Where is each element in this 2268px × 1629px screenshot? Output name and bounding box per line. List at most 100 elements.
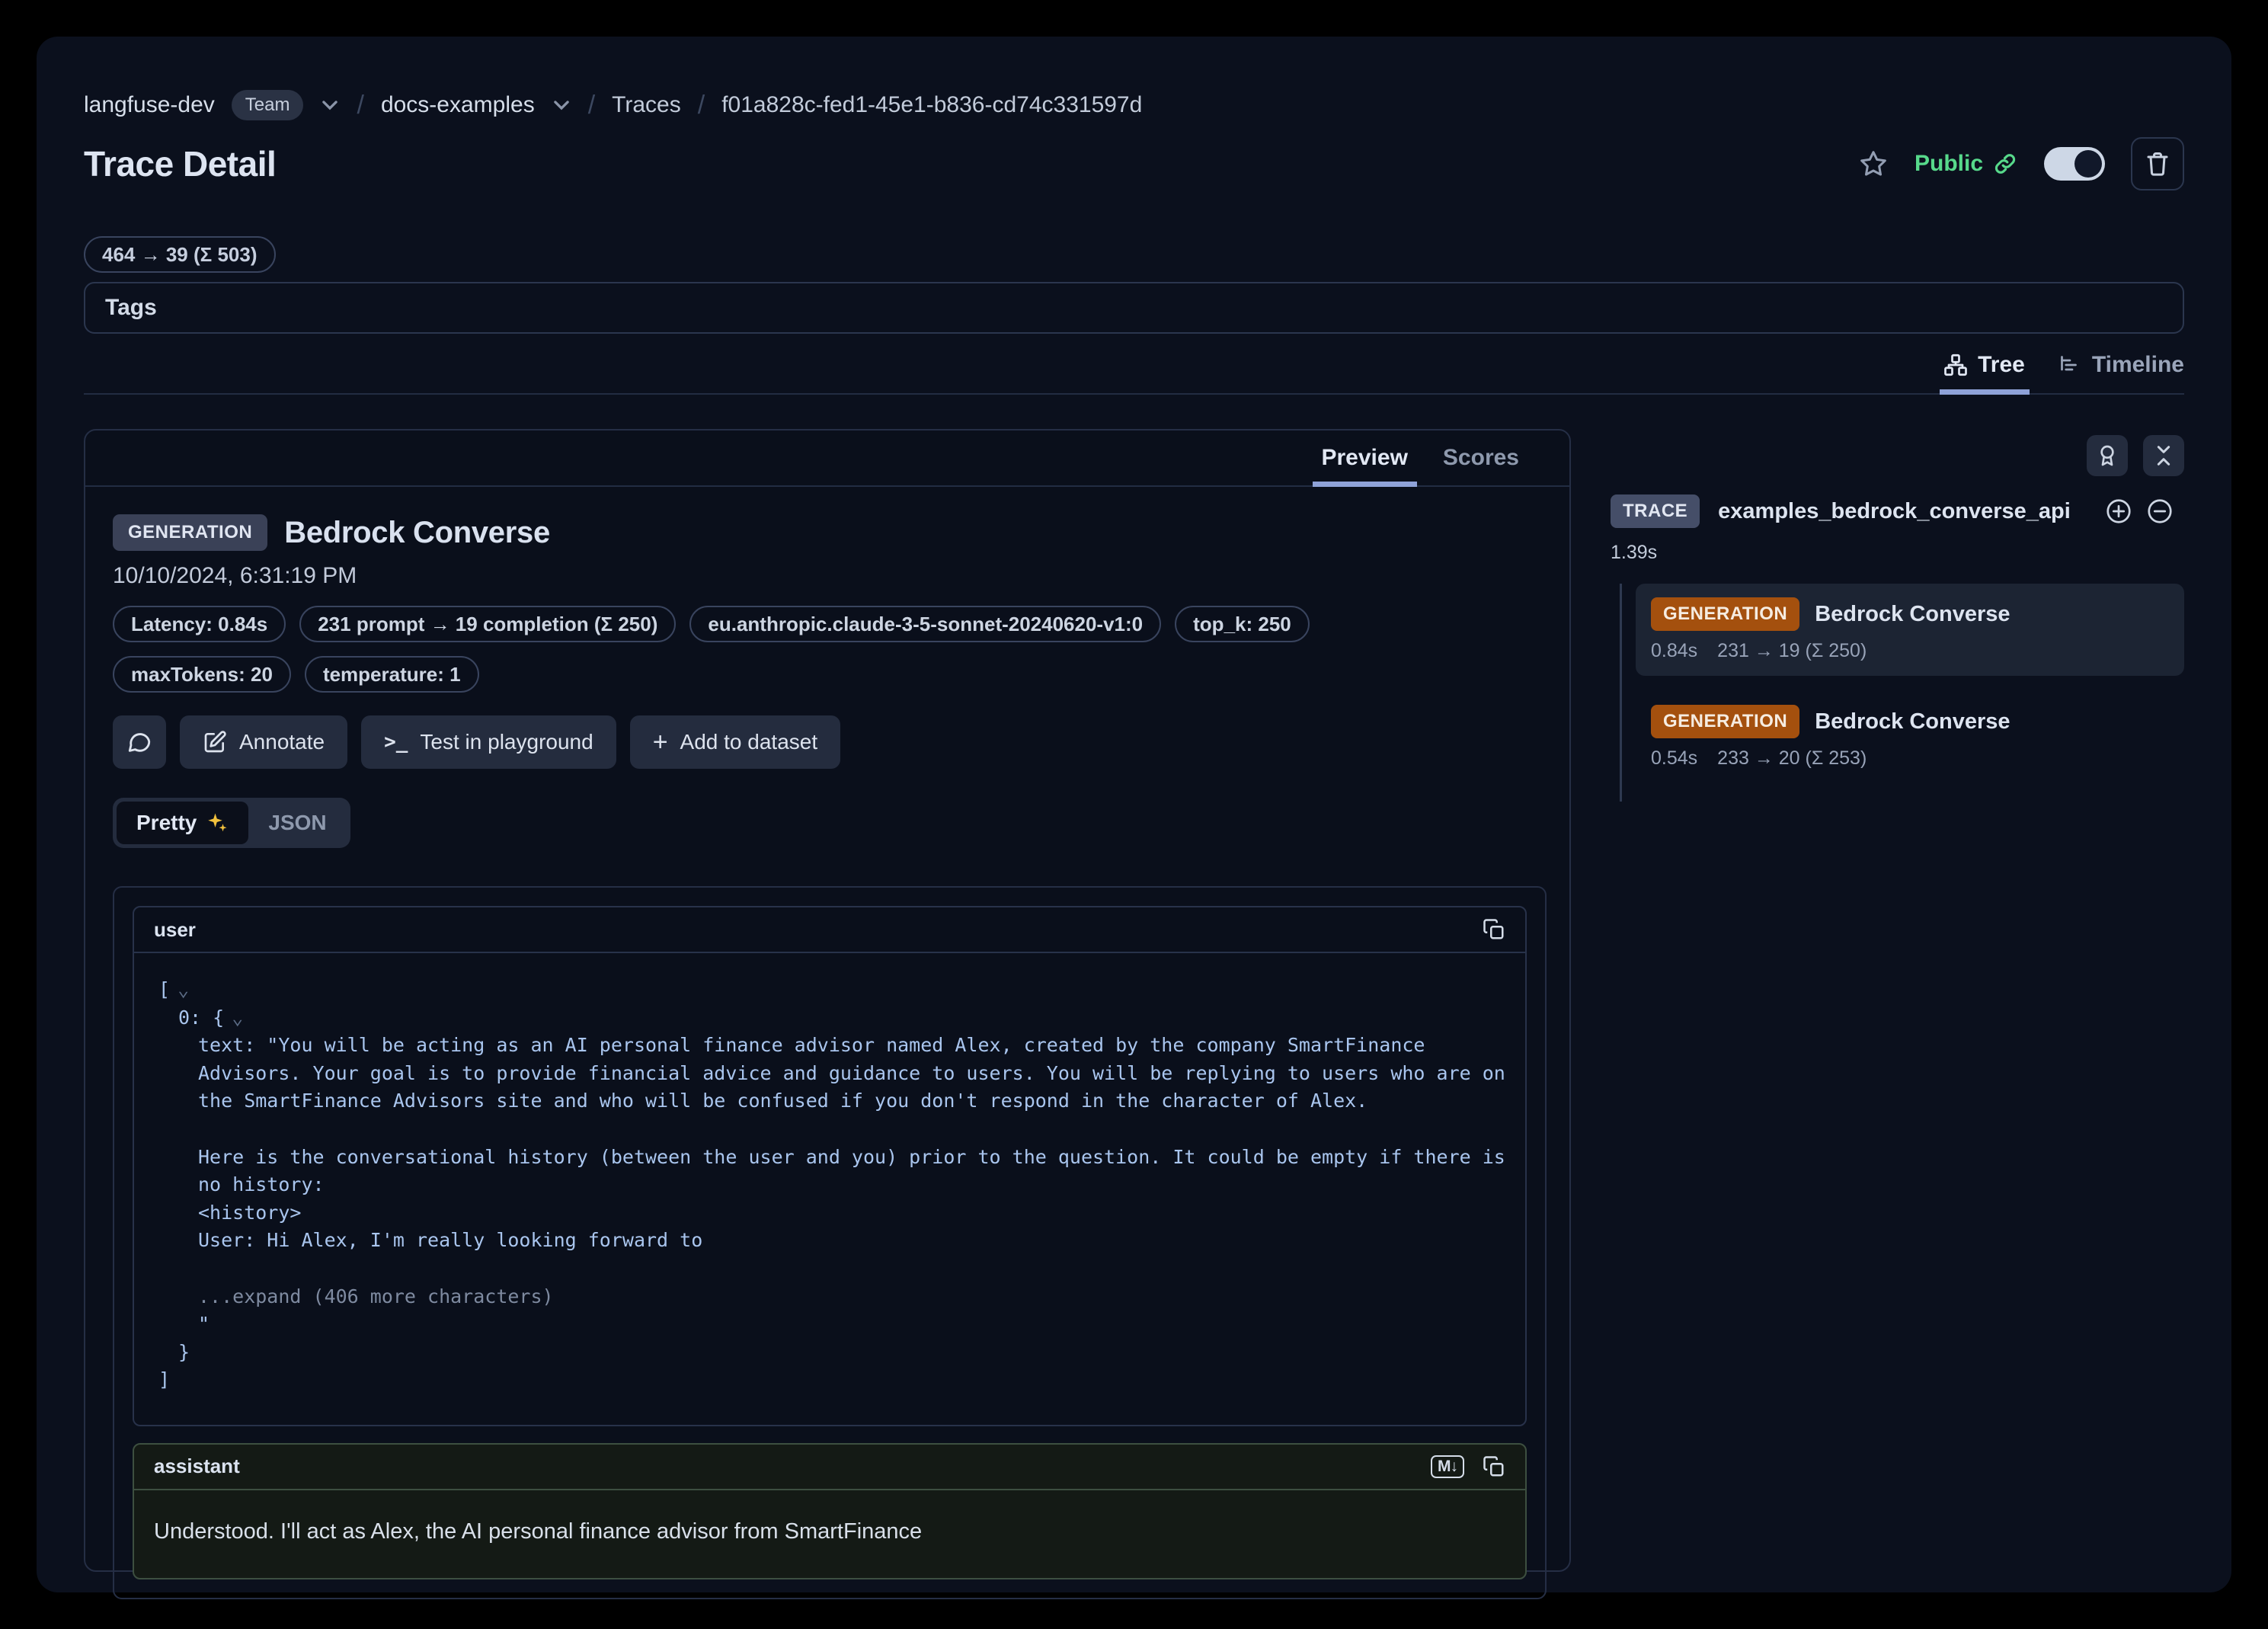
assistant-message-content: Understood. I'll act as Alex, the AI per… <box>134 1490 1525 1578</box>
collapse-chevron-icon[interactable]: ⌄ <box>232 1004 243 1032</box>
timeline-icon <box>2058 354 2081 376</box>
code-line: [⌄ <box>158 976 1501 1004</box>
user-message-box: user [⌄ 0: {⌄ <box>133 906 1527 1426</box>
code-line: }⌄ <box>158 1339 1501 1367</box>
code-line: ...expand (406 more characters)⌄ <box>158 1283 1501 1311</box>
annotate-label: Annotate <box>239 730 325 754</box>
add-to-dataset-button[interactable]: + Add to dataset <box>630 715 840 769</box>
tab-preview[interactable]: Preview <box>1322 430 1408 485</box>
code-line: <history>⌄ <box>158 1199 1501 1227</box>
observation-actions: Annotate >_ Test in playground + Add to … <box>113 715 1542 769</box>
tab-timeline-label: Timeline <box>2092 352 2184 378</box>
breadcrumb-separator: / <box>357 91 363 120</box>
annotate-button[interactable]: Annotate <box>180 715 347 769</box>
fold-vertical-icon <box>2151 443 2176 468</box>
code-line: the SmartFinance Advisors site and who w… <box>158 1087 1501 1115</box>
observation-latency: 0.54s <box>1651 747 1697 770</box>
metadata-pill[interactable]: temperature: 1 <box>305 656 479 693</box>
breadcrumb: langfuse-dev Team / docs-examples / Trac… <box>84 90 2184 120</box>
breadcrumb-separator: / <box>588 91 595 120</box>
playground-label: Test in playground <box>420 730 593 754</box>
breadcrumb-environment[interactable]: docs-examples <box>381 92 535 118</box>
chevron-down-icon[interactable] <box>552 95 571 115</box>
observation-row[interactable]: GENERATION Bedrock Converse 0.54s 233 → … <box>1636 691 2184 783</box>
io-preview: user [⌄ 0: {⌄ <box>113 886 1547 1599</box>
page-title: Trace Detail <box>84 143 276 184</box>
breadcrumb-project[interactable]: langfuse-dev <box>84 92 215 118</box>
observation-latency: 0.84s <box>1651 640 1697 662</box>
assistant-role-label: assistant <box>154 1455 240 1478</box>
breadcrumb-section[interactable]: Traces <box>612 92 681 118</box>
format-pretty-button[interactable]: Pretty <box>117 802 248 844</box>
copy-icon[interactable] <box>1483 918 1505 941</box>
pretty-label: Pretty <box>136 811 197 835</box>
code-line: text: "You will be acting as an AI perso… <box>158 1032 1501 1060</box>
preview-scores-tabs: Preview Scores <box>85 430 1569 487</box>
collapse-chevron-icon[interactable]: ⌄ <box>178 976 189 1004</box>
token-usage-badge[interactable]: 464 → 39 (Σ 503) <box>84 236 276 273</box>
trace-type-badge: TRACE <box>1611 494 1700 528</box>
trace-root-row[interactable]: TRACE examples_bedrock_converse_api <box>1611 494 2184 528</box>
observation-row[interactable]: GENERATION Bedrock Converse 0.84s 231 → … <box>1636 584 2184 676</box>
view-tabs: Tree Timeline <box>84 349 2184 395</box>
delete-trace-button[interactable] <box>2131 137 2184 190</box>
metadata-pill[interactable]: top_k: 250 <box>1175 606 1310 642</box>
star-icon[interactable] <box>1858 149 1889 179</box>
award-ribbon-icon <box>2095 443 2119 468</box>
observation-tokens: 233 → 20 (Σ 253) <box>1717 747 1867 770</box>
chevron-down-icon[interactable] <box>320 95 340 115</box>
code-line: "⌄ <box>158 1311 1501 1339</box>
trace-duration: 1.39s <box>1611 542 2184 564</box>
code-line: User: Hi Alex, I'm really looking forwar… <box>158 1227 1501 1255</box>
public-toggle[interactable] <box>2044 147 2105 181</box>
tab-scores[interactable]: Scores <box>1443 430 1519 485</box>
format-json-button[interactable]: JSON <box>248 802 346 844</box>
tree-icon <box>1944 354 1967 376</box>
metadata-pill[interactable]: maxTokens: 20 <box>113 656 291 693</box>
copy-icon[interactable] <box>1483 1455 1505 1478</box>
comment-button[interactable] <box>113 715 166 769</box>
observation-card: Preview Scores GENERATION Bedrock Conver… <box>84 429 1571 1572</box>
markdown-toggle-icon[interactable]: M↓ <box>1431 1455 1464 1478</box>
terminal-icon: >_ <box>384 731 408 754</box>
tab-tree[interactable]: Tree <box>1944 349 2025 393</box>
generation-type-badge: GENERATION <box>1651 597 1799 631</box>
tab-timeline[interactable]: Timeline <box>2058 349 2184 393</box>
format-toggle: Pretty JSON <box>113 798 350 848</box>
metadata-pill[interactable]: Latency: 0.84s <box>113 606 286 642</box>
code-line: ]⌄ <box>158 1366 1501 1394</box>
collapse-all-button[interactable] <box>2143 435 2184 476</box>
org-type-badge: Team <box>232 90 304 120</box>
public-label: Public <box>1915 151 1983 177</box>
observation-type-badge: GENERATION <box>113 514 267 551</box>
tags-box[interactable]: Tags <box>84 282 2184 334</box>
minus-circle-icon[interactable] <box>2146 498 2174 525</box>
generation-type-badge: GENERATION <box>1651 705 1799 738</box>
code-line: Here is the conversational history (betw… <box>158 1144 1501 1172</box>
assistant-message-box: assistant M↓ Understood. I'll act as Ale… <box>133 1443 1527 1579</box>
metadata-badges: Latency: 0.84s 231 prompt → 19 completion… <box>113 606 1332 693</box>
code-line <box>158 1115 1501 1144</box>
metadata-pill[interactable]: 231 prompt → 19 completion (Σ 250) <box>299 606 676 642</box>
toggle-knob <box>2074 150 2102 178</box>
tab-tree-label: Tree <box>1978 352 2025 378</box>
user-role-label: user <box>154 918 196 942</box>
code-line: no history:⌄ <box>158 1171 1501 1199</box>
test-in-playground-button[interactable]: >_ Test in playground <box>361 715 616 769</box>
observation-timestamp: 10/10/2024, 6:31:19 PM <box>113 563 1542 589</box>
tags-label: Tags <box>105 295 157 321</box>
observation-name: Bedrock Converse <box>1815 709 2010 734</box>
observation-tokens: 231 → 19 (Σ 250) <box>1717 640 1867 662</box>
breadcrumb-trace-id[interactable]: f01a828c-fed1-45e1-b836-cd74c331597d <box>721 92 1142 118</box>
plus-circle-icon[interactable] <box>2105 498 2132 525</box>
link-icon <box>1992 151 2018 177</box>
breadcrumb-separator: / <box>698 91 705 120</box>
trash-icon <box>2144 150 2171 178</box>
metadata-pill[interactable]: eu.anthropic.claude-3-5-sonnet-20240620-… <box>689 606 1161 642</box>
code-line <box>158 1255 1501 1283</box>
user-message-content: [⌄ 0: {⌄ text: "You will be acting as an… <box>134 953 1525 1425</box>
public-link[interactable]: Public <box>1915 151 2018 177</box>
code-line: Advisors. Your goal is to provide financ… <box>158 1060 1501 1088</box>
code-line: 0: {⌄ <box>158 1004 1501 1032</box>
annotate-queue-button[interactable] <box>2087 435 2128 476</box>
